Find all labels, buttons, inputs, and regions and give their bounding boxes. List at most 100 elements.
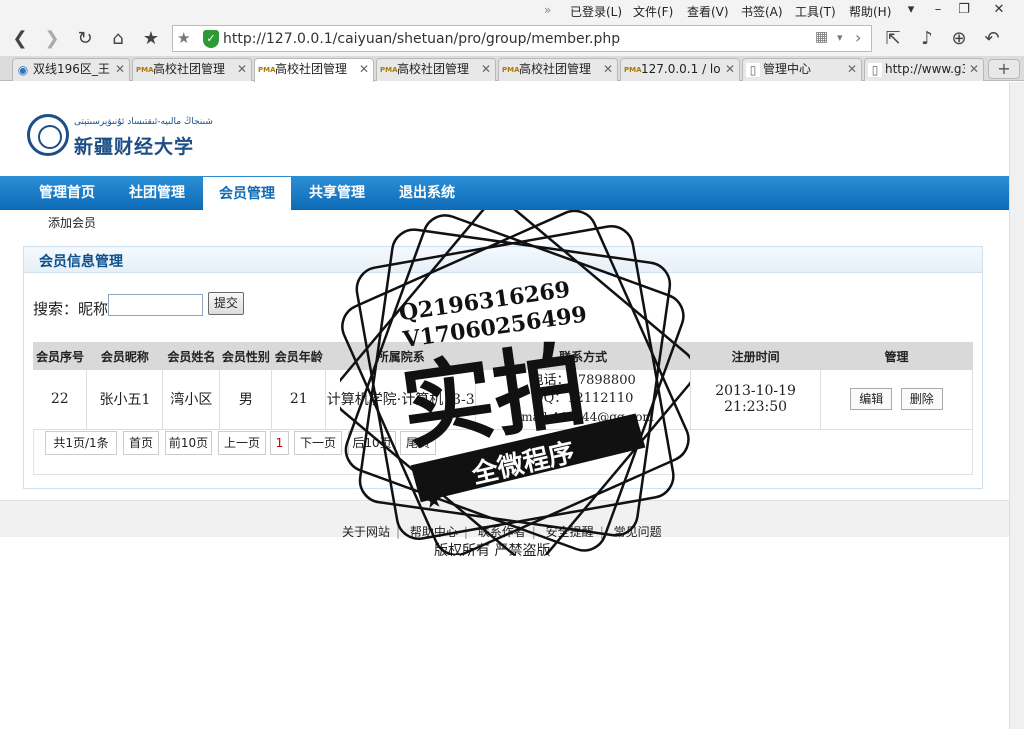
col-contact: 联系方式 <box>475 342 691 370</box>
minimize-icon[interactable]: – <box>928 2 948 17</box>
pma-icon: PMA <box>136 66 154 74</box>
contact-phone: 电话：17898800 <box>530 373 636 389</box>
footer-security[interactable]: 安全提醒 <box>546 525 594 539</box>
member-table: 会员序号 会员昵称 会员姓名 会员性别 会员年龄 所属院系 联系方式 注册时间 … <box>33 342 973 430</box>
copyright-text: 版权所有 严禁盗版 <box>434 543 551 559</box>
menu-file[interactable]: 文件(F) <box>633 3 673 20</box>
menu-logged-in[interactable]: 已登录(L) <box>570 3 622 20</box>
pma-icon: PMA <box>258 66 276 74</box>
tab-3-active[interactable]: PMA 高校社团管理 ✕ <box>254 58 374 82</box>
prev10-button[interactable]: 前10页 <box>165 431 212 455</box>
first-page-button[interactable]: 首页 <box>123 431 159 455</box>
home-icon[interactable]: ⌂ <box>106 27 130 51</box>
panel-title: 会员信息管理 <box>39 254 123 270</box>
submit-button[interactable]: 提交 <box>208 292 244 315</box>
close-tab-icon[interactable]: ✕ <box>847 59 857 80</box>
browser-toolbar: ❮ ❯ ↻ ⌂ ★ ★ ✓ http://127.0.0.1/caiyuan/s… <box>0 22 1024 56</box>
panel-header: 会员信息管理 <box>24 247 982 273</box>
table-row: 22 张小五1 湾小区 男 21 计算机学院·计算机13-3 电话：178988… <box>33 370 973 430</box>
page-icon: ▯ <box>868 63 882 77</box>
restore-icon[interactable]: ❐ <box>954 2 974 17</box>
prev-page-button[interactable]: 上一页 <box>218 431 266 455</box>
next10-button[interactable]: 后10页 <box>348 431 396 455</box>
tab-7[interactable]: ▯ 管理中心 ✕ <box>742 58 862 81</box>
col-manage: 管理 <box>820 342 973 370</box>
footer-help[interactable]: 帮助中心 <box>410 525 458 539</box>
share-icon[interactable]: ⇱ <box>881 27 905 51</box>
tab-2[interactable]: PMA 高校社团管理 ✕ <box>132 58 252 81</box>
next-page-button[interactable]: 下一页 <box>294 431 342 455</box>
tab-5[interactable]: PMA 高校社团管理 ✕ <box>498 58 618 81</box>
undo-icon[interactable]: ↶ <box>980 27 1004 51</box>
nav-share[interactable]: 共享管理 <box>292 176 382 210</box>
logo-title: 新疆财经大学 <box>74 136 195 158</box>
qr-code-icon[interactable]: ▦ <box>815 29 828 45</box>
close-window-icon[interactable]: ✕ <box>989 2 1009 17</box>
address-bar[interactable]: ★ ✓ http://127.0.0.1/caiyuan/shetuan/pro… <box>172 25 872 52</box>
footer-separator: | <box>396 525 401 539</box>
footer-faq[interactable]: 常见问题 <box>614 525 662 539</box>
add-member-link[interactable]: 添加会员 <box>48 214 96 231</box>
close-tab-icon[interactable]: ✕ <box>725 59 735 80</box>
contact-qq: QQ：12112110 <box>532 391 634 407</box>
close-tab-icon[interactable]: ✕ <box>969 59 979 80</box>
logo-uyghur-text: شىنجاڭ مالىيە-ئىقتىساد ئۇنىۋېرسىتېتى <box>74 117 213 127</box>
menu-bookmarks[interactable]: 书签(A) <box>741 3 783 20</box>
col-nickname: 会员昵称 <box>86 342 163 370</box>
nav-home[interactable]: 管理首页 <box>22 176 112 210</box>
search-input[interactable] <box>108 294 203 316</box>
close-tab-icon[interactable]: ✕ <box>481 59 491 80</box>
globe-icon: ◉ <box>17 63 29 77</box>
tab-6[interactable]: PMA 127.0.0.1 / loca ✕ <box>620 58 740 81</box>
skin-icon[interactable]: ▾ <box>901 2 921 17</box>
chevron-right-icon[interactable]: » <box>544 3 551 17</box>
last-page-button[interactable]: 尾页 <box>400 431 436 455</box>
bookmark-icon[interactable]: ★ <box>139 27 163 51</box>
new-tab-button[interactable]: + <box>988 59 1020 79</box>
tab-bar: ◉ 双线196区_王 ✕ PMA 高校社团管理 ✕ PMA 高校社团管理 ✕ P… <box>0 56 1024 82</box>
footer-about[interactable]: 关于网站 <box>342 525 390 539</box>
pma-icon: PMA <box>380 66 398 74</box>
menu-help[interactable]: 帮助(H) <box>849 3 891 20</box>
tab-1[interactable]: ◉ 双线196区_王 ✕ <box>12 58 130 81</box>
cell-manage: 编辑 删除 <box>820 370 973 430</box>
page-icon: ▯ <box>746 63 760 77</box>
tab-8[interactable]: ▯ http://www.g3 ✕ <box>864 58 984 81</box>
chevron-down-icon[interactable]: ▾ <box>837 31 843 44</box>
close-tab-icon[interactable]: ✕ <box>603 59 613 80</box>
go-arrow-icon[interactable]: › <box>855 28 861 47</box>
favorite-star-icon[interactable]: ★ <box>177 29 190 47</box>
page-scrollbar[interactable] <box>1009 82 1024 729</box>
back-icon[interactable]: ❮ <box>8 27 32 51</box>
url-text[interactable]: http://127.0.0.1/caiyuan/shetuan/pro/gro… <box>223 31 620 47</box>
edit-button[interactable]: 编辑 <box>850 388 893 411</box>
sound-icon[interactable]: ♪ <box>915 27 939 51</box>
university-logo <box>27 114 69 156</box>
close-tab-icon[interactable]: ✕ <box>359 59 369 80</box>
menu-tools[interactable]: 工具(T) <box>795 3 836 20</box>
col-id: 会员序号 <box>33 342 87 370</box>
page-1-button[interactable]: 1 <box>270 431 289 455</box>
close-tab-icon[interactable]: ✕ <box>237 59 247 80</box>
nav-club[interactable]: 社团管理 <box>112 176 202 210</box>
footer-separator: | <box>463 525 468 539</box>
cell-time: 2013-10-19 21:23:50 <box>690 370 822 430</box>
web-page: شىنجاڭ مالىيە-ئىقتىساد ئۇنىۋېرسىتېتى 新疆财… <box>0 82 1009 729</box>
close-tab-icon[interactable]: ✕ <box>115 59 125 80</box>
tab-4[interactable]: PMA 高校社团管理 ✕ <box>376 58 496 81</box>
footer-separator: | <box>531 525 536 539</box>
col-gender: 会员性别 <box>219 342 272 370</box>
delete-button[interactable]: 删除 <box>900 388 943 411</box>
download-icon[interactable]: ⊕ <box>947 27 971 51</box>
menu-view[interactable]: 查看(V) <box>687 3 729 20</box>
footer-contact[interactable]: 联系作者 <box>478 525 526 539</box>
secure-shield-icon: ✓ <box>203 30 219 48</box>
browser-menubar: » 已登录(L) 文件(F) 查看(V) 书签(A) 工具(T) 帮助(H) ▾… <box>0 0 1024 22</box>
col-age: 会员年龄 <box>271 342 326 370</box>
footer-separator: | <box>599 525 604 539</box>
col-dept: 所属院系 <box>325 342 476 370</box>
nav-logout[interactable]: 退出系统 <box>382 176 472 210</box>
forward-icon[interactable]: ❯ <box>40 27 64 51</box>
nav-members[interactable]: 会员管理 <box>203 177 291 210</box>
refresh-icon[interactable]: ↻ <box>73 27 97 51</box>
